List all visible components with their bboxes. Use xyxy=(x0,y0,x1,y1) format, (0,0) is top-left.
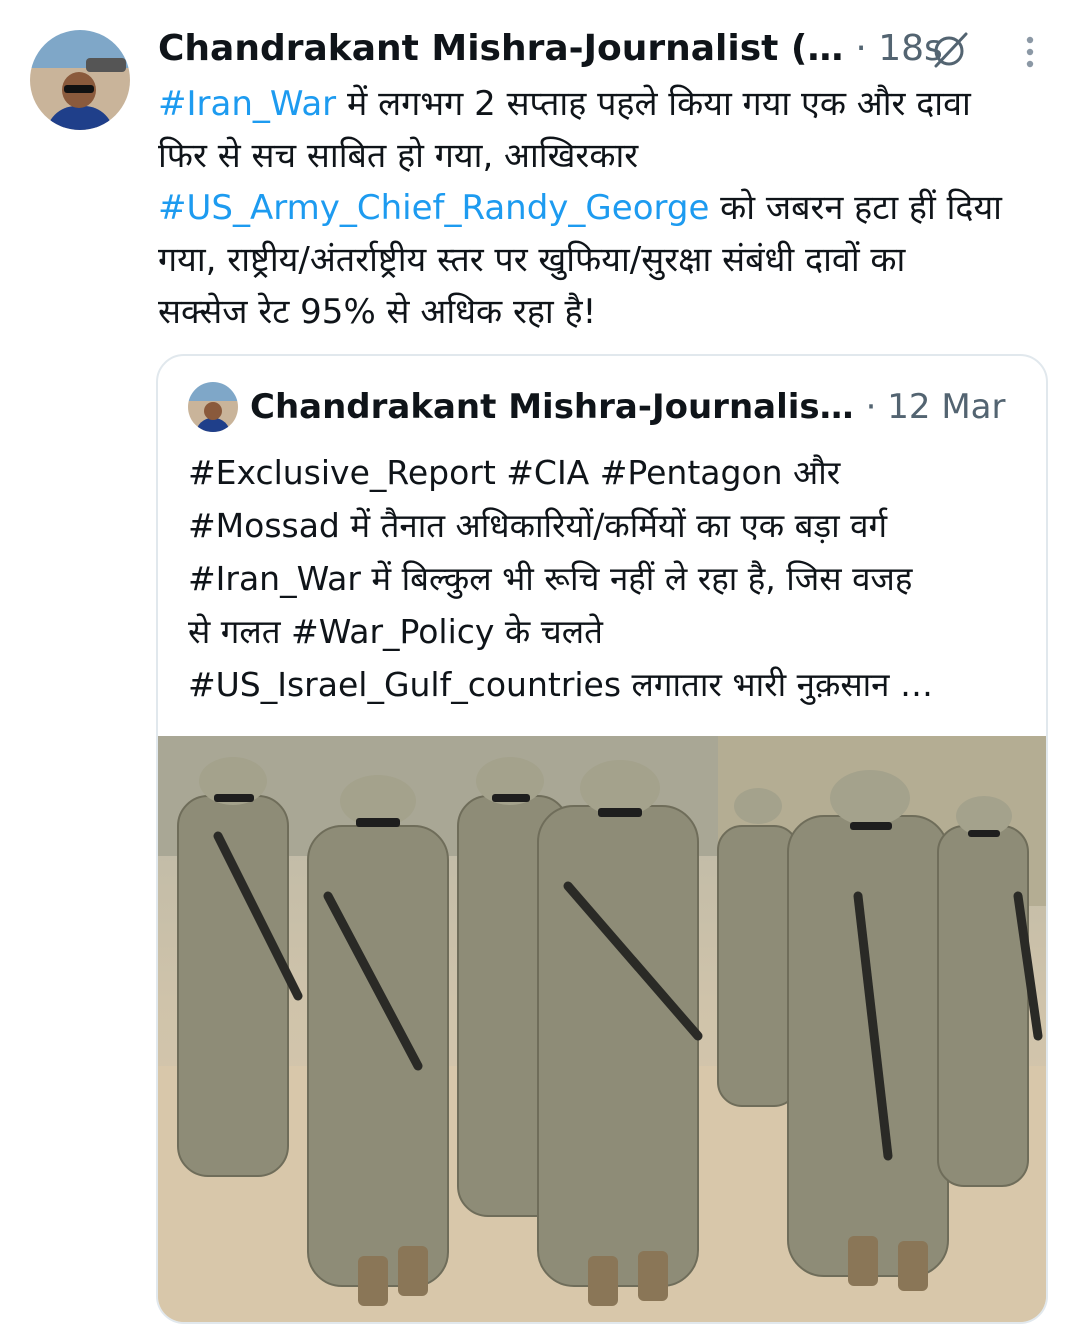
quoted-author-name: Chandrakant Mishra-Journalis… xyxy=(250,387,854,427)
quoted-timestamp: · 12 Mar xyxy=(865,387,1006,427)
soldiers-photo[interactable] xyxy=(158,736,1046,1324)
quoted-author-avatar xyxy=(188,382,238,432)
hashtag-link[interactable]: #US_Army_Chief_Randy_George xyxy=(158,188,709,228)
quoted-tweet-header: Chandrakant Mishra-Journalis… · 12 Mar xyxy=(250,382,1026,432)
tweet-header: Chandrakant Mishra-Journalist (… · 18s xyxy=(158,26,1040,70)
grok-icon[interactable] xyxy=(930,30,970,70)
quoted-tweet[interactable]: Chandrakant Mishra-Journalis… · 12 Mar #… xyxy=(156,354,1048,1324)
author-avatar[interactable] xyxy=(30,30,130,130)
author-name[interactable]: Chandrakant Mishra-Journalist (… xyxy=(158,28,843,69)
quoted-tweet-text: #Exclusive_Report #CIA #Pentagon और #Mos… xyxy=(188,453,933,704)
hashtag-link[interactable]: #Iran_War xyxy=(158,84,336,124)
tweet-text: #Iran_War में लगभग 2 सप्ताह पहले किया गय… xyxy=(158,78,1058,338)
more-vertical-icon[interactable] xyxy=(1012,34,1048,70)
